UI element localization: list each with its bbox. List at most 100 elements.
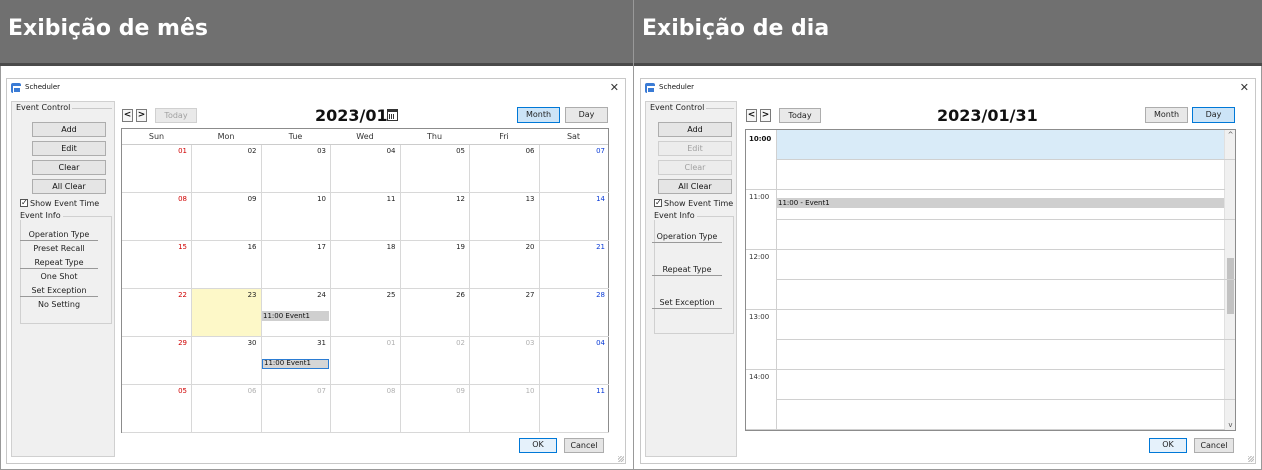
day-number: 03 xyxy=(525,339,535,347)
calendar-day-cell[interactable]: 13 xyxy=(469,193,540,241)
ok-button[interactable]: OK xyxy=(519,438,557,453)
day-number: 10 xyxy=(525,387,535,395)
calendar-day-cell[interactable]: 07 xyxy=(261,385,331,433)
day-number: 26 xyxy=(456,291,465,299)
calendar-day-cell[interactable]: 23 xyxy=(191,289,262,337)
day-event-item[interactable]: 11:00 - Event1 xyxy=(777,198,1225,208)
resize-grip-icon[interactable] xyxy=(1248,456,1254,462)
calendar-day-cell[interactable]: 28 xyxy=(539,289,609,337)
prev-day-button[interactable]: < xyxy=(746,109,757,122)
calendar-day-cell[interactable]: 15 xyxy=(122,241,192,289)
scroll-up-icon[interactable]: ^ xyxy=(1226,130,1235,140)
edit-button[interactable]: Edit xyxy=(658,141,732,156)
edit-button[interactable]: Edit xyxy=(32,141,106,156)
time-label: 10:00 xyxy=(749,135,772,143)
month-view-button[interactable]: Month xyxy=(1145,107,1188,123)
month-view-button[interactable]: Month xyxy=(517,107,560,123)
calendar-day-cell[interactable]: 20 xyxy=(469,241,540,289)
calendar-day-cell[interactable]: 30 xyxy=(191,337,262,385)
day-number: 27 xyxy=(525,291,535,299)
day-view-button[interactable]: Day xyxy=(565,107,608,123)
calendar-day-cell[interactable]: 01 xyxy=(122,145,192,193)
today-button[interactable]: Today xyxy=(779,108,821,123)
calendar-day-cell[interactable]: 19 xyxy=(400,241,470,289)
calendar-day-cell[interactable]: 09 xyxy=(191,193,262,241)
day-number: 05 xyxy=(456,147,465,155)
cancel-button[interactable]: Cancel xyxy=(564,438,604,453)
repeat-type-label: Repeat Type xyxy=(652,265,722,276)
repeat-type-value: One Shot xyxy=(40,272,78,281)
calendar-day-cell[interactable]: 06 xyxy=(191,385,262,433)
time-row-divider xyxy=(777,399,1235,400)
cancel-button[interactable]: Cancel xyxy=(1194,438,1234,453)
resize-grip-icon[interactable] xyxy=(618,456,624,462)
day-number: 02 xyxy=(247,147,257,155)
day-number: 17 xyxy=(317,243,326,251)
repeat-type-label: Repeat Type xyxy=(20,258,98,269)
calendar-day-cell[interactable]: 02 xyxy=(191,145,262,193)
prev-month-button[interactable]: < xyxy=(122,109,133,122)
calendar-day-cell[interactable]: 14 xyxy=(539,193,609,241)
month-event-item[interactable]: 11:00 Event1 xyxy=(262,311,329,321)
calendar-day-cell[interactable]: 22 xyxy=(122,289,192,337)
calendar-day-cell[interactable]: 11 xyxy=(539,385,609,433)
operation-type-label: Operation Type xyxy=(20,230,98,241)
add-button[interactable]: Add xyxy=(658,122,732,137)
all-clear-button[interactable]: All Clear xyxy=(658,179,732,194)
calendar-day-cell[interactable]: 10 xyxy=(469,385,540,433)
day-number: 21 xyxy=(596,243,605,251)
calendar-day-cell[interactable]: 06 xyxy=(469,145,540,193)
calendar-day-cell[interactable]: 10 xyxy=(261,193,331,241)
calendar-day-cell[interactable]: 27 xyxy=(469,289,540,337)
calendar-day-cell[interactable]: 04 xyxy=(330,145,401,193)
calendar-day-cell[interactable]: 07 xyxy=(539,145,609,193)
calendar-day-cell[interactable]: 11 xyxy=(330,193,401,241)
calendar-day-cell[interactable]: 08 xyxy=(330,385,401,433)
calendar-day-cell[interactable]: 29 xyxy=(122,337,192,385)
month-event-item[interactable]: 11:00 Event1 xyxy=(262,359,329,369)
calendar-day-cell[interactable]: 08 xyxy=(122,193,192,241)
day-number: 13 xyxy=(525,195,535,203)
day-number: 01 xyxy=(178,147,187,155)
close-icon[interactable]: ✕ xyxy=(1240,81,1249,94)
day-number: 22 xyxy=(178,291,187,299)
show-event-time-label: Show Event Time xyxy=(664,199,734,208)
calendar-icon[interactable] xyxy=(387,109,398,121)
next-day-button[interactable]: > xyxy=(760,109,771,122)
calendar-day-cell[interactable]: 03 xyxy=(261,145,331,193)
day-view-button[interactable]: Day xyxy=(1192,107,1235,123)
calendar-day-cell[interactable]: 04 xyxy=(539,337,609,385)
calendar-day-cell[interactable]: 02 xyxy=(400,337,470,385)
scroll-down-icon[interactable]: v xyxy=(1226,420,1235,430)
next-month-button[interactable]: > xyxy=(136,109,147,122)
calendar-day-cell[interactable]: 25 xyxy=(330,289,401,337)
calendar-day-cell[interactable]: 01 xyxy=(330,337,401,385)
clear-button[interactable]: Clear xyxy=(32,160,106,175)
calendar-day-cell[interactable]: 05 xyxy=(122,385,192,433)
calendar-day-cell[interactable]: 18 xyxy=(330,241,401,289)
scroll-thumb[interactable] xyxy=(1227,258,1234,314)
calendar-day-cell[interactable]: 24 11:00 Event1 xyxy=(261,289,331,337)
calendar-day-cell[interactable]: 17 xyxy=(261,241,331,289)
calendar-day-cell[interactable]: 05 xyxy=(400,145,470,193)
ok-button[interactable]: OK xyxy=(1149,438,1187,453)
clear-button[interactable]: Clear xyxy=(658,160,732,175)
show-event-time-checkbox[interactable]: Show Event Time xyxy=(20,197,116,210)
calendar-day-cell[interactable]: 31 11:00 Event1 xyxy=(261,337,331,385)
vertical-scrollbar[interactable]: ^ v xyxy=(1224,130,1235,430)
calendar-day-cell[interactable]: 26 xyxy=(400,289,470,337)
calendar-day-cell[interactable]: 03 xyxy=(469,337,540,385)
calendar-day-cell[interactable]: 09 xyxy=(400,385,470,433)
calendar-day-cell[interactable]: 12 xyxy=(400,193,470,241)
all-clear-button[interactable]: All Clear xyxy=(32,179,106,194)
add-button[interactable]: Add xyxy=(32,122,106,137)
calendar-day-cell[interactable]: 21 xyxy=(539,241,609,289)
column-divider xyxy=(633,0,634,470)
selected-time-slot[interactable] xyxy=(777,130,1225,159)
event-control-label: Event Control xyxy=(14,103,73,112)
calendar-day-cell[interactable]: 16 xyxy=(191,241,262,289)
today-button[interactable]: Today xyxy=(155,108,197,123)
show-event-time-checkbox[interactable]: Show Event Time xyxy=(654,197,750,210)
close-icon[interactable]: ✕ xyxy=(610,81,619,94)
time-label: 13:00 xyxy=(749,313,770,321)
